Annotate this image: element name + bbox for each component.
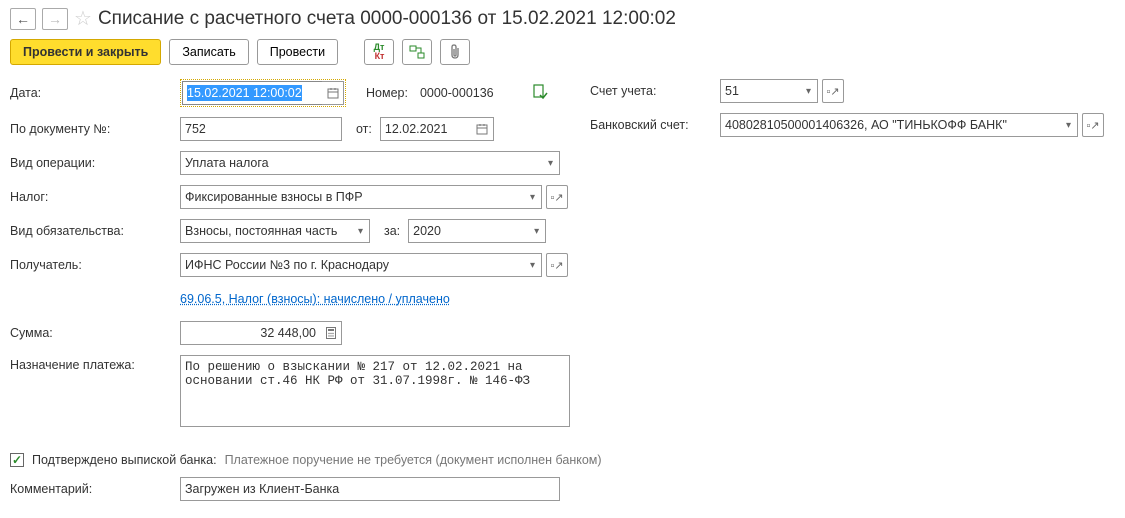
sum-label: Сумма: [10, 326, 180, 340]
account-label: Счет учета: [590, 84, 720, 98]
comment-input[interactable] [180, 477, 560, 501]
calculator-icon[interactable] [320, 321, 342, 345]
for-period-dropdown-icon[interactable]: ▾ [528, 219, 546, 243]
purpose-textarea[interactable] [180, 355, 570, 427]
obligation-input[interactable] [180, 219, 352, 243]
bank-account-input[interactable] [720, 113, 1060, 137]
tax-open-icon[interactable]: ▫↗ [546, 185, 568, 209]
doc-status-icon[interactable] [532, 84, 548, 103]
account-open-icon[interactable]: ▫↗ [822, 79, 844, 103]
recipient-input[interactable] [180, 253, 524, 277]
post-button[interactable]: Провести [257, 39, 338, 65]
purpose-label: Назначение платежа: [10, 355, 180, 372]
from-date-input[interactable] [380, 117, 472, 141]
payment-order-info: Платежное поручение не требуется (докуме… [225, 453, 602, 467]
dtkt-button[interactable]: ДтКт [364, 39, 394, 65]
recipient-dropdown-icon[interactable]: ▾ [524, 253, 542, 277]
bank-account-dropdown-icon[interactable]: ▾ [1060, 113, 1078, 137]
bank-account-open-icon[interactable]: ▫↗ [1082, 113, 1104, 137]
account-input[interactable] [720, 79, 800, 103]
tax-input[interactable] [180, 185, 524, 209]
confirmed-label: Подтверждено выпиской банка: [32, 453, 217, 467]
from-date-picker-icon[interactable] [472, 117, 494, 141]
number-value: 0000-000136 [416, 86, 526, 100]
nav-back-button[interactable]: ← [10, 8, 36, 30]
number-label: Номер: [366, 86, 408, 100]
op-type-label: Вид операции: [10, 156, 180, 170]
save-button[interactable]: Записать [169, 39, 248, 65]
favorite-star-icon[interactable]: ☆ [74, 6, 92, 31]
recipient-open-icon[interactable]: ▫↗ [546, 253, 568, 277]
op-type-input[interactable] [180, 151, 542, 175]
obligation-label: Вид обязательства: [10, 224, 180, 238]
bank-account-label: Банковский счет: [590, 118, 720, 132]
date-label: Дата: [10, 86, 180, 100]
attachments-button[interactable] [440, 39, 470, 65]
date-picker-icon[interactable] [322, 81, 344, 105]
tax-link[interactable]: 69.06.5, Налог (взносы): начислено / упл… [180, 292, 450, 306]
for-label: за: [384, 224, 400, 238]
comment-label: Комментарий: [10, 482, 180, 496]
nav-forward-button: → [42, 8, 68, 30]
tax-label: Налог: [10, 190, 180, 204]
related-docs-button[interactable] [402, 39, 432, 65]
page-title: Списание с расчетного счета 0000-000136 … [98, 8, 676, 30]
account-dropdown-icon[interactable]: ▾ [800, 79, 818, 103]
recipient-label: Получатель: [10, 258, 180, 272]
op-type-dropdown-icon[interactable]: ▾ [542, 151, 560, 175]
post-and-close-button[interactable]: Провести и закрыть [10, 39, 161, 65]
confirmed-checkbox[interactable]: ✓ [10, 453, 24, 467]
doc-no-input[interactable] [180, 117, 342, 141]
obligation-dropdown-icon[interactable]: ▾ [352, 219, 370, 243]
tax-dropdown-icon[interactable]: ▾ [524, 185, 542, 209]
doc-no-label: По документу №: [10, 122, 180, 136]
from-label: от: [356, 122, 372, 136]
date-input[interactable]: 15.02.2021 12:00:02 [182, 81, 322, 105]
sum-input[interactable] [180, 321, 320, 345]
for-period-input[interactable] [408, 219, 528, 243]
